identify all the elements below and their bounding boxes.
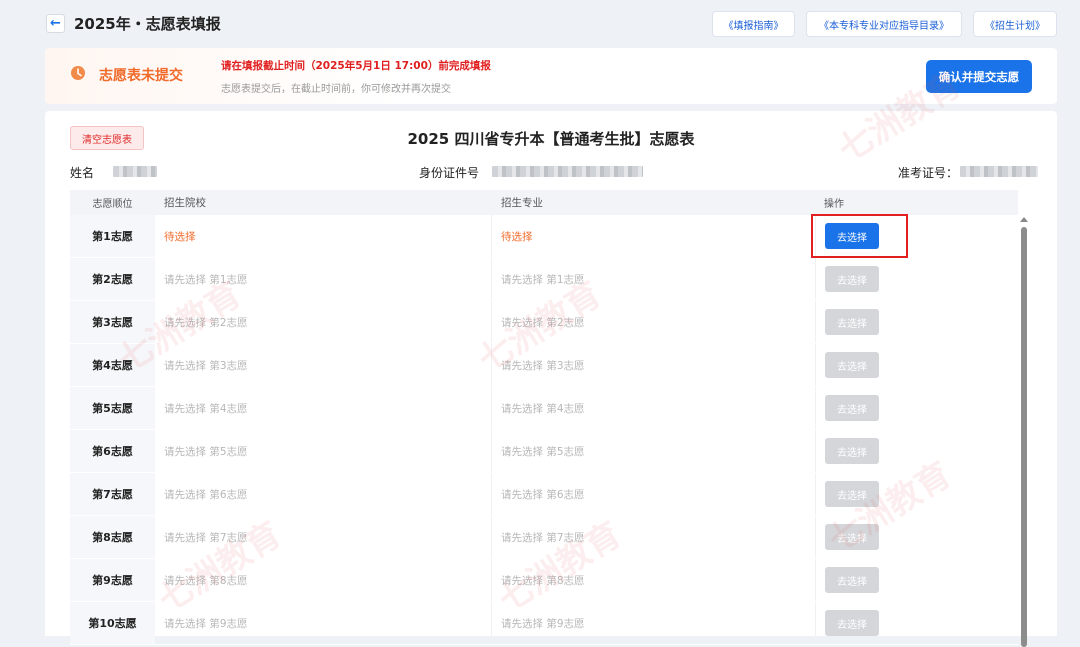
- school-cell: 请先选择 第6志愿: [155, 473, 492, 515]
- header-rank: 志愿顺位: [92, 199, 133, 210]
- select-highlight-box: [811, 214, 908, 258]
- name-label: 姓名: [70, 166, 95, 180]
- resubmit-note: 志愿表提交后，在截止时间前，你可修改并再次提交: [221, 84, 451, 95]
- scroll-thumb[interactable]: [1021, 227, 1027, 647]
- major-cell: 请先选择 第2志愿: [492, 301, 816, 343]
- select-button[interactable]: 去选择: [825, 266, 879, 292]
- deadline-notice: 请在填报截止时间（2025年5月1日 17:00）前完成填报: [221, 60, 491, 72]
- table-row: 第4志愿 请先选择 第3志愿 请先选择 第3志愿 去选择: [70, 344, 1018, 387]
- rank-cell: 第2志愿: [70, 258, 155, 300]
- major-cell: 请先选择 第1志愿: [492, 258, 816, 300]
- application-table: 志愿顺位 招生院校 招生专业 操作 第1志愿 待选择 待选择 去选择 第2志愿 请先选择 …: [70, 190, 1018, 645]
- application-form-card: 清空志愿表 2025 四川省专升本【普通考生批】志愿表 姓名 身份证件号 准考证…: [45, 111, 1057, 647]
- name-value-redacted: [113, 166, 157, 177]
- rank-cell: 第5志愿: [70, 387, 155, 429]
- select-button[interactable]: 去选择: [825, 395, 879, 421]
- select-button[interactable]: 去选择: [825, 481, 879, 507]
- select-button[interactable]: 去选择: [825, 309, 879, 335]
- exam-number-redacted: [960, 166, 1038, 177]
- table-row: 第7志愿 请先选择 第6志愿 请先选择 第6志愿 去选择: [70, 473, 1018, 516]
- action-cell: 去选择: [816, 258, 1018, 300]
- major-cell: 请先选择 第6志愿: [492, 473, 816, 515]
- page-title: 2025年・志愿表填报: [74, 15, 221, 33]
- action-cell: 去选择: [816, 344, 1018, 386]
- header-action: 操作: [824, 199, 844, 210]
- school-cell: 待选择: [155, 215, 492, 257]
- clock-icon: [71, 66, 85, 80]
- select-button[interactable]: 去选择: [825, 438, 879, 464]
- rank-cell: 第4志愿: [70, 344, 155, 386]
- header-school: 招生院校: [164, 197, 206, 209]
- action-cell: 去选择: [816, 602, 1018, 644]
- major-cell: 待选择: [492, 215, 816, 257]
- school-cell: 请先选择 第7志愿: [155, 516, 492, 558]
- major-cell: 请先选择 第5志愿: [492, 430, 816, 472]
- select-button[interactable]: 去选择: [825, 610, 879, 636]
- scrollbar[interactable]: [1020, 213, 1028, 647]
- back-arrow-icon[interactable]: ←: [46, 14, 65, 33]
- table-row: 第2志愿 请先选择 第1志愿 请先选择 第1志愿 去选择: [70, 258, 1018, 301]
- scroll-up-icon[interactable]: [1020, 217, 1028, 222]
- table-header: 志愿顺位 招生院校 招生专业 操作: [70, 190, 1018, 215]
- school-cell: 请先选择 第9志愿: [155, 602, 492, 644]
- table-row: 第3志愿 请先选择 第2志愿 请先选择 第2志愿 去选择: [70, 301, 1018, 344]
- rank-cell: 第6志愿: [70, 430, 155, 472]
- major-cell: 请先选择 第7志愿: [492, 516, 816, 558]
- form-title: 2025 四川省专升本【普通考生批】志愿表: [407, 130, 695, 148]
- select-button[interactable]: 去选择: [825, 567, 879, 593]
- major-cell: 请先选择 第8志愿: [492, 559, 816, 601]
- school-cell: 请先选择 第4志愿: [155, 387, 492, 429]
- action-cell: 去选择: [816, 430, 1018, 472]
- rank-cell: 第7志愿: [70, 473, 155, 515]
- major-cell: 请先选择 第9志愿: [492, 602, 816, 644]
- table-body: 第1志愿 待选择 待选择 去选择 第2志愿 请先选择 第1志愿 请先选择 第1志愿 去选择 第3…: [70, 215, 1018, 645]
- exam-number-label: 准考证号：: [898, 166, 959, 180]
- enrollment-plan-link[interactable]: 《招生计划》: [973, 11, 1057, 37]
- table-row: 第8志愿 请先选择 第7志愿 请先选择 第7志愿 去选择: [70, 516, 1018, 559]
- action-cell: 去选择: [816, 559, 1018, 601]
- confirm-submit-button[interactable]: 确认并提交志愿: [926, 60, 1032, 93]
- action-cell: 去选择: [816, 387, 1018, 429]
- select-button[interactable]: 去选择: [825, 524, 879, 550]
- rank-cell: 第10志愿: [70, 602, 155, 644]
- rank-cell: 第8志愿: [70, 516, 155, 558]
- status-title: 志愿表未提交: [99, 68, 183, 84]
- school-cell: 请先选择 第2志愿: [155, 301, 492, 343]
- table-row: 第6志愿 请先选择 第5志愿 请先选择 第5志愿 去选择: [70, 430, 1018, 473]
- select-button[interactable]: 去选择: [825, 352, 879, 378]
- submission-status-card: 志愿表未提交 请在填报截止时间（2025年5月1日 17:00）前完成填报 志愿…: [45, 48, 1057, 104]
- top-bar: ← 2025年・志愿表填报 《填报指南》 《本专科专业对应指导目录》 《招生计划…: [0, 0, 1080, 48]
- id-value-redacted: [492, 166, 643, 177]
- action-cell: 去选择: [816, 301, 1018, 343]
- action-cell: 去选择: [816, 516, 1018, 558]
- school-cell: 请先选择 第3志愿: [155, 344, 492, 386]
- rank-cell: 第9志愿: [70, 559, 155, 601]
- id-label: 身份证件号: [419, 166, 480, 180]
- table-row: 第9志愿 请先选择 第8志愿 请先选择 第8志愿 去选择: [70, 559, 1018, 602]
- table-row: 第10志愿 请先选择 第9志愿 请先选择 第9志愿 去选择: [70, 602, 1018, 645]
- major-catalog-link[interactable]: 《本专科专业对应指导目录》: [806, 11, 962, 37]
- major-cell: 请先选择 第3志愿: [492, 344, 816, 386]
- school-cell: 请先选择 第1志愿: [155, 258, 492, 300]
- action-cell: 去选择: [816, 473, 1018, 515]
- guide-link[interactable]: 《填报指南》: [712, 11, 795, 37]
- major-cell: 请先选择 第4志愿: [492, 387, 816, 429]
- header-major: 招生专业: [501, 197, 543, 209]
- rank-cell: 第3志愿: [70, 301, 155, 343]
- school-cell: 请先选择 第5志愿: [155, 430, 492, 472]
- table-row: 第5志愿 请先选择 第4志愿 请先选择 第4志愿 去选择: [70, 387, 1018, 430]
- school-cell: 请先选择 第8志愿: [155, 559, 492, 601]
- rank-cell: 第1志愿: [70, 215, 155, 257]
